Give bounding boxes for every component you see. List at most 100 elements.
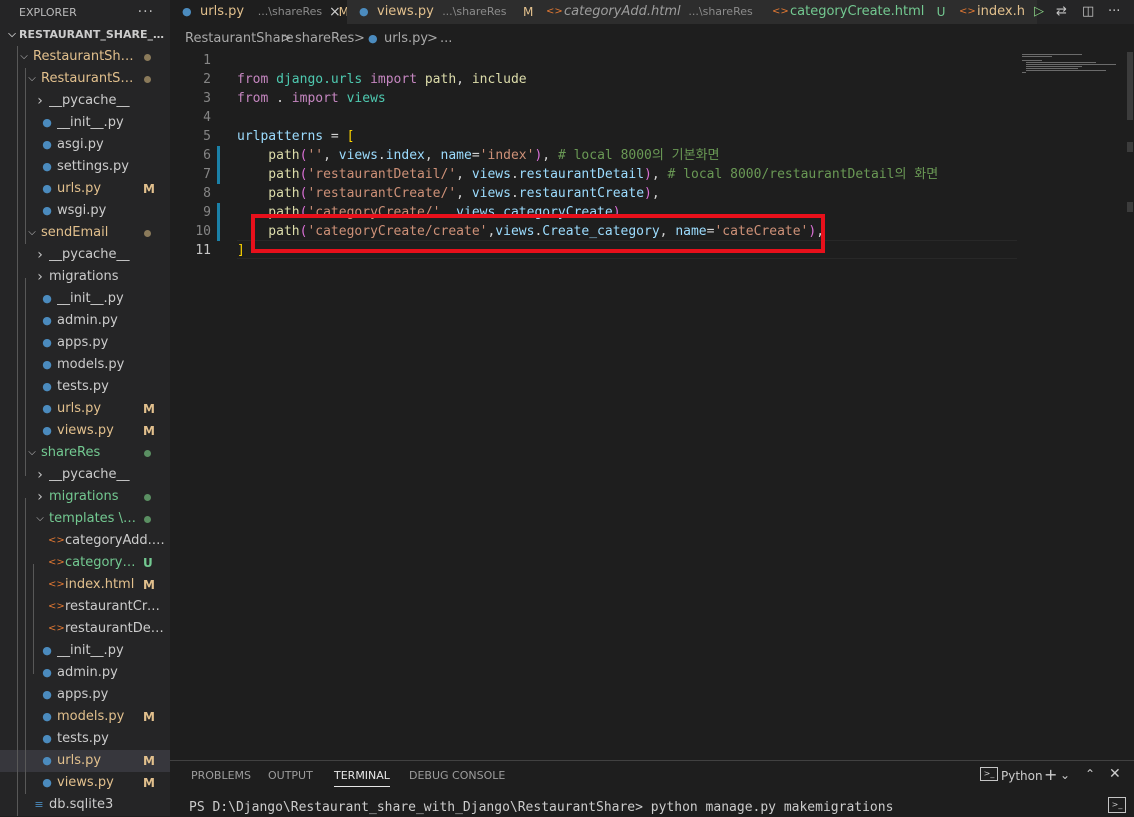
tree-item-label: models.py (57, 357, 125, 372)
python-file-icon: ● (359, 5, 369, 18)
tab-debug-console[interactable]: DEBUG CONSOLE (409, 769, 505, 782)
chevron-down-icon[interactable]: ⌄ (1060, 768, 1070, 782)
tab-path: ...\shareRes (257, 5, 323, 18)
explorer-sidebar: EXPLORER ··· ⌵RESTAURANT_SHARE_WIT...⌵Re… (0, 0, 170, 816)
code-line[interactable]: 2 from django.urls import path, include (170, 70, 1134, 89)
html-file-icon: <> (48, 601, 65, 612)
git-status-badge: M (143, 578, 155, 592)
explorer-title: EXPLORER (19, 5, 77, 19)
python-file-icon: ● (42, 160, 52, 173)
html-file-icon: <> (48, 623, 65, 634)
code-text: from django.urls import path, include (237, 72, 527, 87)
maximize-panel-icon[interactable]: ⌃ (1085, 767, 1095, 781)
git-modified-gutter[interactable] (217, 146, 220, 165)
html-file-icon: <> (772, 6, 789, 17)
git-status-badge: U (936, 5, 946, 19)
tree-item-label: urls.py (57, 181, 102, 196)
breadcrumb-separator: > (354, 31, 365, 46)
tree-item-label: RestaurantShare (41, 71, 138, 86)
breadcrumb-separator: > (427, 31, 438, 46)
tab-terminal[interactable]: TERMINAL (334, 769, 390, 787)
source-compare-icon[interactable]: ⇄ (1056, 0, 1067, 24)
editor-tab-bar: ● urls.py ...\shareRes M × ● views.py ...\share… (170, 0, 1134, 24)
tab-urls-py[interactable]: ● urls.py ...\shareRes M × (170, 0, 348, 24)
add-terminal-icon[interactable]: + (1044, 765, 1057, 784)
code-line[interactable]: 5 urlpatterns = [ (170, 127, 1134, 146)
chevron-right-icon[interactable]: › (33, 486, 47, 508)
tree-item-label: migrations (49, 269, 119, 284)
terminal-shell-label[interactable]: Python (1001, 769, 1043, 783)
tree-item-label: categoryAdd.html (65, 533, 165, 548)
chevron-down-icon[interactable]: ⌵ (25, 222, 39, 244)
terminal-output-line[interactable]: PS D:\Django\Restaurant_share_with_Djang… (189, 800, 893, 815)
vertical-scrollbar[interactable] (1127, 52, 1133, 752)
breadcrumb-separator: > (281, 31, 292, 46)
code-line[interactable]: 4 (170, 108, 1134, 127)
breadcrumb-item[interactable]: shareRes (295, 28, 354, 50)
code-line[interactable]: 8 path('restaurantCreate/', views.restau… (170, 184, 1134, 203)
git-modified-gutter[interactable] (217, 222, 220, 241)
tab-output[interactable]: OUTPUT (268, 769, 313, 782)
chevron-down-icon[interactable]: ⌵ (25, 442, 39, 464)
tree-item-label: admin.py (57, 665, 118, 680)
tree-item-label: apps.py (57, 335, 109, 350)
workspace-root[interactable]: ⌵RESTAURANT_SHARE_WIT... (0, 24, 170, 46)
tab-label: index.h (977, 4, 1025, 19)
chevron-down-icon[interactable]: ⌵ (17, 46, 31, 68)
tree-item-label: tests.py (57, 731, 109, 746)
tree-item-label: views.py (57, 423, 114, 438)
chevron-down-icon[interactable]: ⌵ (5, 24, 19, 46)
tree-item-label: settings.py (57, 159, 129, 174)
chevron-right-icon[interactable]: › (33, 244, 47, 266)
terminal-icon[interactable]: >_ (1108, 797, 1126, 813)
line-number: 1 (203, 53, 211, 68)
tree-item-label: index.html (65, 577, 135, 592)
indent-guide (17, 46, 18, 816)
code-line[interactable]: 1 (170, 51, 1134, 70)
tab-index-h[interactable]: <> index.h (947, 0, 1038, 24)
git-modified-gutter[interactable] (217, 165, 220, 184)
more-actions-icon[interactable]: ··· (1108, 0, 1120, 24)
chevron-right-icon[interactable]: › (33, 266, 47, 288)
tab-views-py[interactable]: ● views.py ...\shareRes M (347, 0, 535, 24)
breadcrumb-item[interactable]: urls.py (384, 28, 428, 50)
split-editor-icon[interactable]: ◫ (1082, 0, 1094, 24)
tree-item-label: admin.py (57, 313, 118, 328)
tree-item-label: apps.py (57, 687, 109, 702)
chevron-down-icon[interactable]: ⌵ (33, 508, 47, 530)
python-file-icon: ● (42, 314, 52, 327)
close-panel-icon[interactable]: ✕ (1109, 766, 1121, 782)
code-line[interactable]: 7 path('restaurantDetail/', views.restau… (170, 165, 1134, 184)
python-file-icon: ● (42, 380, 52, 393)
line-number: 10 (195, 224, 211, 239)
tab-categorycreate-html[interactable]: <> categoryCreate.html U (760, 0, 948, 24)
chevron-right-icon[interactable]: › (33, 90, 47, 112)
python-file-icon: ● (368, 32, 378, 45)
modified-dot-icon (144, 494, 151, 501)
chevron-right-icon[interactable]: › (33, 464, 47, 486)
chevron-down-icon[interactable]: ⌵ (25, 68, 39, 90)
run-icon[interactable]: ▷ (1034, 0, 1044, 24)
html-file-icon: <> (48, 535, 65, 546)
git-status-badge: M (143, 182, 155, 196)
tree-item-label: categoryCre... (65, 555, 138, 570)
tab-categoryadd-html[interactable]: <> categoryAdd.html ...\shareRes (534, 0, 761, 24)
python-file-icon: ● (42, 138, 52, 151)
file-item[interactable]: ≡ db.sqlite3 (0, 794, 170, 816)
tree-item-label: db.sqlite3 (49, 797, 114, 812)
folder-item[interactable]: › __pycache__ (0, 244, 170, 266)
git-status-badge: M (143, 754, 155, 768)
code-line[interactable]: 6 path('', views.index, name='index'), #… (170, 146, 1134, 165)
folder-item[interactable]: ⌵RestaurantShare (0, 46, 170, 68)
git-modified-gutter[interactable] (217, 203, 220, 222)
breadcrumb-item[interactable]: ... (440, 28, 452, 50)
tree-item-label: __init__.py (57, 291, 124, 306)
python-file-icon: ● (42, 182, 52, 195)
breadcrumb-item[interactable]: RestaurantShare (185, 28, 294, 50)
code-line[interactable]: 3 from . import views (170, 89, 1134, 108)
minimap[interactable] (1022, 52, 1122, 82)
tab-problems[interactable]: PROBLEMS (191, 769, 251, 782)
ellipsis-icon[interactable]: ··· (138, 4, 154, 20)
code-editor[interactable]: 1 2 from django.urls import path, include 3… (170, 50, 1134, 760)
close-tab-icon[interactable]: × (329, 0, 341, 24)
